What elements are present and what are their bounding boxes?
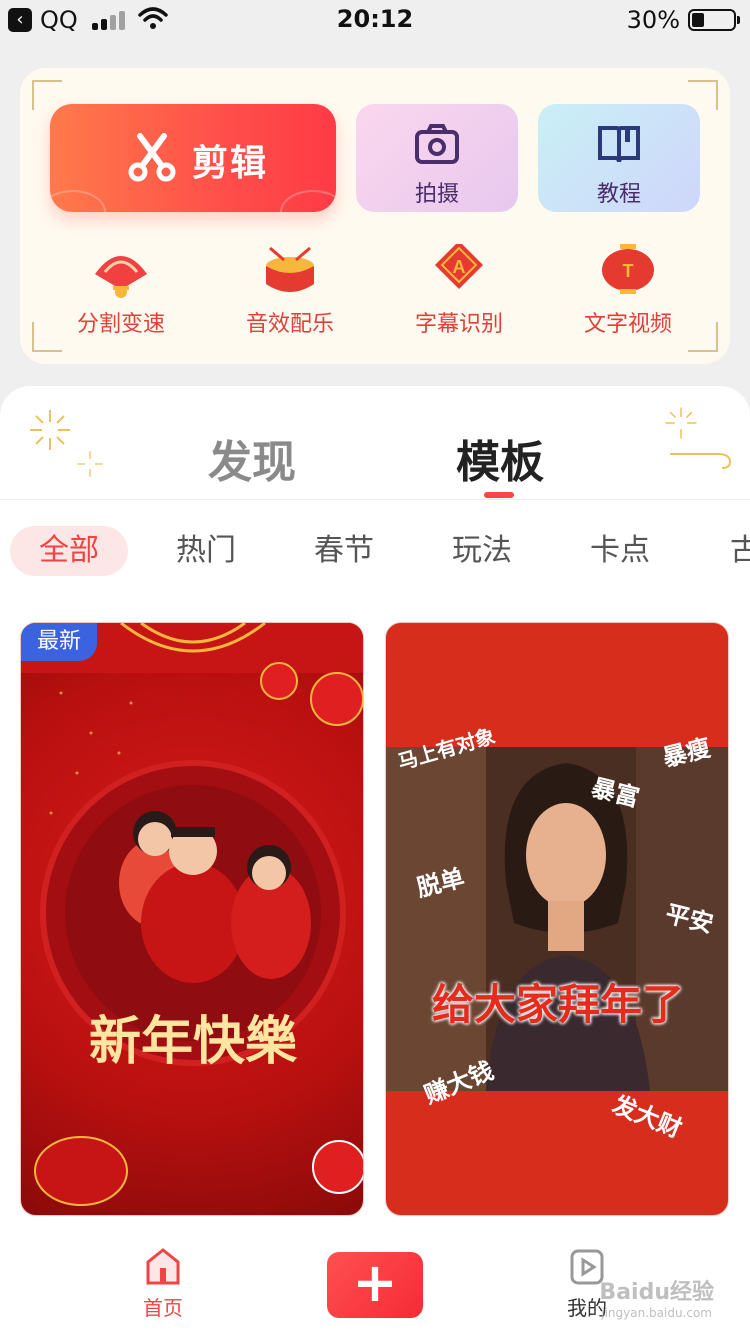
wave-decoration [280, 190, 336, 212]
card-artwork [21, 623, 363, 1206]
tab-templates[interactable]: 模板 [456, 426, 544, 490]
lantern-diamond-icon: A [434, 244, 484, 290]
tutorial-label: 教程 [596, 182, 641, 207]
shoot-button[interactable]: 拍摄 [356, 104, 518, 212]
camera-icon [415, 124, 459, 164]
watermark-url: jingyan.baidu.com [601, 1306, 712, 1320]
tool-label: 文字视频 [583, 312, 672, 337]
tool-split-speed[interactable]: 分割变速 [36, 244, 206, 344]
firework-decoration [77, 451, 103, 477]
category-ancient[interactable]: 古 [704, 526, 750, 576]
firework-decoration [665, 407, 697, 439]
template-card[interactable]: 马上有对象 暴瘦 暴富 脱单 平安 给大家拜年了 赚大钱 发大财 [385, 622, 729, 1216]
tool-subtitle-recognition[interactable]: A 字幕识别 [374, 244, 544, 344]
tools-panel: 剪辑 拍摄 教程 分割变速 音效配乐 A 字幕识别 T 文字视频 [20, 68, 730, 364]
firework-decoration [30, 410, 70, 450]
add-button[interactable]: + [327, 1252, 423, 1318]
svg-text:T: T [623, 261, 634, 281]
category-all[interactable]: 全部 [10, 526, 128, 576]
fan-icon [95, 256, 147, 298]
category-gameplay[interactable]: 玩法 [428, 526, 536, 576]
content-sheet: 发现 模板 全部 热门 春节 玩法 卡点 古 最新 新年快樂 马上有对象 暴瘦 … [0, 386, 750, 1246]
tool-label: 字幕识别 [414, 312, 503, 337]
divider [0, 499, 750, 500]
template-card[interactable]: 最新 新年快樂 [20, 622, 364, 1216]
edit-label: 剪辑 [192, 143, 269, 184]
corner-ornament [688, 80, 718, 110]
bottom-nav: 首页 + 我的 Baidu经验 jingyan.baidu.com [0, 1236, 750, 1334]
tutorial-button[interactable]: 教程 [538, 104, 700, 212]
badge-new: 最新 [21, 623, 97, 661]
scissors-icon [128, 133, 176, 182]
status-bar: ‹ QQ 20:12 30% [0, 0, 750, 40]
battery-percent: 30% [626, 6, 680, 34]
tab-discover[interactable]: 发现 [208, 426, 296, 490]
drum-icon [266, 246, 314, 292]
book-icon [598, 126, 640, 163]
tool-label: 分割变速 [76, 312, 165, 337]
nav-home[interactable]: 首页 [132, 1248, 194, 1321]
category-spring-festival[interactable]: 春节 [290, 526, 398, 576]
lantern-icon: T [602, 244, 654, 294]
home-icon [146, 1248, 180, 1285]
cloud-decoration [670, 453, 732, 469]
nav-home-label: 首页 [143, 1296, 183, 1320]
shoot-label: 拍摄 [414, 182, 459, 207]
wave-decoration [50, 190, 106, 212]
tool-label: 音效配乐 [245, 312, 334, 337]
svg-text:A: A [453, 257, 466, 277]
card-title: 新年快樂 [88, 1012, 297, 1072]
corner-ornament [32, 80, 62, 110]
edit-button[interactable]: 剪辑 [50, 104, 336, 212]
tool-text-video[interactable]: T 文字视频 [543, 244, 713, 344]
watermark: Baidu经验 jingyan.baidu.com [599, 1280, 714, 1320]
card-title: 给大家拜年了 [431, 980, 684, 1029]
category-hot[interactable]: 热门 [152, 526, 260, 576]
battery-icon [688, 9, 740, 31]
active-tab-indicator [484, 492, 514, 498]
category-beat-sync[interactable]: 卡点 [566, 526, 674, 576]
tool-sound-music[interactable]: 音效配乐 [205, 244, 375, 344]
